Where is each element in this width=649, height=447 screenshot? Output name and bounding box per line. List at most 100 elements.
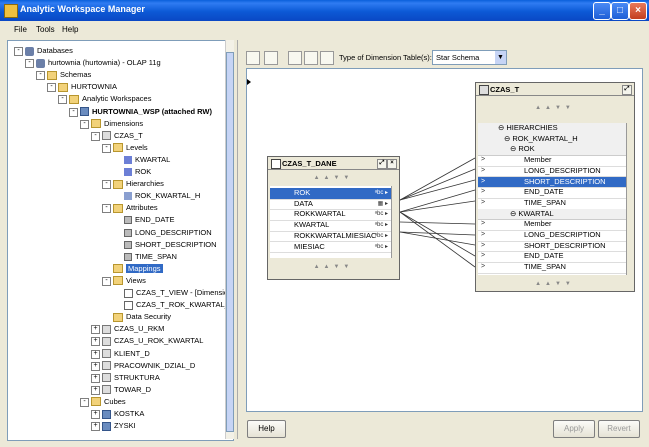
expand-icon[interactable]: + — [91, 410, 100, 419]
mapping-icon[interactable] — [320, 51, 334, 65]
tree-item[interactable]: PRACOWNIK_DZIAL_D — [102, 360, 195, 372]
tree-scrollbar[interactable] — [225, 40, 234, 439]
target-item-list[interactable]: ⊖ HIERARCHIES ⊖ ROK_KWARTAL_H ⊖ ROK > Member… — [478, 123, 626, 275]
cube-icon — [102, 421, 111, 431]
target-dimension-header[interactable]: CZAS_T ⤢ — [476, 83, 634, 96]
collapse-icon[interactable]: - — [58, 95, 67, 105]
collapse-icon[interactable]: - — [80, 119, 89, 129]
expand-icon[interactable]: + — [91, 337, 100, 347]
dim-table-type-select[interactable]: Star Schema ▼ — [432, 50, 507, 65]
pane-splitter[interactable] — [237, 40, 242, 439]
collapse-icon[interactable]: - — [36, 71, 45, 81]
source-column-list[interactable]: ROK ᵃbc ▸ DATA ▦ ▸ ROKKWARTAL ᵃbc ▸ KWARTAL ᵃbc… — [270, 186, 391, 258]
expand-icon[interactable]: + — [91, 361, 100, 371]
tree-item[interactable]: ROK — [124, 166, 151, 178]
tree-item[interactable]: Attributes — [113, 202, 158, 214]
collapse-icon[interactable]: - — [69, 107, 78, 117]
tree-item[interactable]: CZAS_U_ROK_KWARTAL — [102, 335, 203, 347]
collapse-icon[interactable]: - — [25, 59, 34, 69]
scrollbar-thumb[interactable] — [226, 52, 234, 432]
close-button[interactable]: × — [629, 2, 647, 20]
tree-item[interactable]: SHORT_DESCRIPTION — [124, 239, 217, 251]
tree-item[interactable]: HURTOWNIA — [58, 81, 117, 93]
apply-button[interactable]: Apply — [553, 420, 595, 438]
expand-icon[interactable]: ⤢ — [622, 85, 632, 95]
tree-item[interactable]: CZAS_U_RKM — [102, 323, 164, 335]
tree-item[interactable]: END_DATE — [124, 214, 174, 226]
source-table-panel[interactable]: CZAS_T_DANE ⤢ × ▲▲▼▼ ROK ᵃbc ▸ DATA ▦ ▸ ROKK… — [267, 156, 400, 280]
dimension-icon — [102, 336, 111, 346]
auto-layout-icon[interactable] — [288, 51, 302, 65]
target-nav-down[interactable]: ▲▲▼▼ — [478, 279, 632, 289]
expand-icon[interactable]: ⤢ — [377, 159, 387, 169]
tree-item[interactable]: CZAS_T — [102, 130, 143, 142]
grid-view-icon[interactable] — [264, 51, 278, 65]
expand-icon[interactable]: + — [91, 349, 100, 359]
target-item-name: END_DATE — [524, 187, 564, 197]
hierarchy-group-label: ROK_KWARTAL_H — [512, 133, 578, 143]
tree-item[interactable]: Levels — [113, 142, 148, 154]
tree-item[interactable]: HURTOWNIA_WSP (attached RW) — [80, 106, 212, 118]
tree-item[interactable]: Data Security — [113, 311, 171, 323]
tree-item[interactable]: Views — [113, 275, 146, 287]
connector-kwartal-long — [399, 231, 476, 236]
target-dimension-panel[interactable]: CZAS_T ⤢ ▲▲▼▼ ⊖ HIERARCHIES ⊖ ROK_KWARTAL… — [475, 82, 635, 292]
close-icon[interactable]: × — [387, 159, 397, 169]
tree-item[interactable]: Dimensions — [91, 118, 143, 130]
collapse-icon[interactable]: - — [91, 131, 100, 141]
tree-item[interactable]: Mappings — [113, 263, 163, 275]
chevron-down-icon[interactable]: ▼ — [495, 51, 506, 64]
tree-item[interactable]: ROK_KWARTAL_H — [124, 190, 200, 202]
minimize-button[interactable]: _ — [593, 2, 611, 20]
tree-item[interactable]: KLIENT_D — [102, 348, 150, 360]
source-column-row[interactable]: MIESIAC ᵃbc ▸ — [270, 242, 391, 254]
source-nav-down[interactable]: ▲▲▼▼ — [270, 262, 397, 272]
source-scrollbar[interactable] — [391, 186, 398, 258]
collapse-icon[interactable]: - — [102, 276, 111, 286]
target-scrollbar[interactable] — [626, 123, 633, 275]
maximize-button[interactable]: □ — [611, 2, 629, 20]
target-nav-up[interactable]: ▲▲▼▼ — [478, 103, 632, 113]
tree-item[interactable]: STRUKTURA — [102, 372, 160, 384]
help-button[interactable]: Help — [247, 420, 286, 438]
source-table-header[interactable]: CZAS_T_DANE ⤢ × — [268, 157, 399, 170]
collapse-icon[interactable]: - — [80, 397, 89, 407]
tree-item[interactable]: KOSTKA — [102, 408, 144, 420]
tree-item[interactable]: Cubes — [91, 396, 126, 408]
tree-item[interactable]: CZAS_T_VIEW - [Dimension] — [124, 287, 233, 299]
menu-tools[interactable]: Tools — [36, 25, 55, 34]
revert-button[interactable]: Revert — [598, 420, 640, 438]
table-list-icon[interactable] — [304, 51, 318, 65]
tree-item[interactable]: hurtownia (hurtownia) - OLAP 11g — [36, 57, 161, 69]
navigation-tree[interactable]: - Databases - hurtownia (hurtownia) - OLAP … — [7, 40, 234, 441]
menu-help[interactable]: Help — [62, 25, 78, 34]
map-arrow-icon: > — [481, 177, 486, 185]
expand-icon[interactable]: + — [91, 385, 100, 395]
collapse-icon[interactable]: - — [102, 204, 111, 214]
collapse-icon[interactable]: - — [14, 47, 23, 56]
expand-icon[interactable]: + — [91, 373, 100, 383]
target-item-name: Member — [524, 219, 552, 229]
target-item-row[interactable]: > TIME_SPAN — [478, 262, 626, 274]
connector-data-timespan2 — [399, 211, 476, 268]
expand-icon[interactable]: + — [91, 422, 100, 432]
tree-item[interactable]: Analytic Workspaces — [69, 93, 151, 105]
tree-item[interactable]: CZAS_T_ROK_KWARTAL_H — [124, 299, 233, 311]
menu-file[interactable]: File — [14, 25, 27, 34]
collapse-icon[interactable]: - — [47, 83, 56, 93]
tree-item[interactable]: KWARTAL — [124, 154, 170, 166]
tree-item[interactable]: ZYSKI — [102, 420, 136, 432]
tree-item[interactable]: TOWAR_D — [102, 384, 151, 396]
collapse-icon[interactable]: - — [102, 180, 111, 190]
tree-item[interactable]: Schemas — [47, 69, 91, 81]
tree-item[interactable]: Hierarchies — [113, 178, 164, 190]
mapping-canvas[interactable]: CZAS_T_DANE ⤢ × ▲▲▼▼ ROK ᵃbc ▸ DATA ▦ ▸ ROKK… — [246, 68, 643, 412]
source-nav-up[interactable]: ▲▲▼▼ — [270, 173, 397, 183]
tree-item-label: KWARTAL — [135, 154, 171, 164]
table-view-icon[interactable] — [246, 51, 260, 65]
expand-icon[interactable]: + — [91, 325, 100, 335]
collapse-icon[interactable]: - — [102, 143, 111, 153]
tree-item[interactable]: LONG_DESCRIPTION — [124, 227, 212, 239]
tree-item[interactable]: TIME_SPAN — [124, 251, 177, 263]
tree-item[interactable]: Databases — [25, 45, 73, 57]
